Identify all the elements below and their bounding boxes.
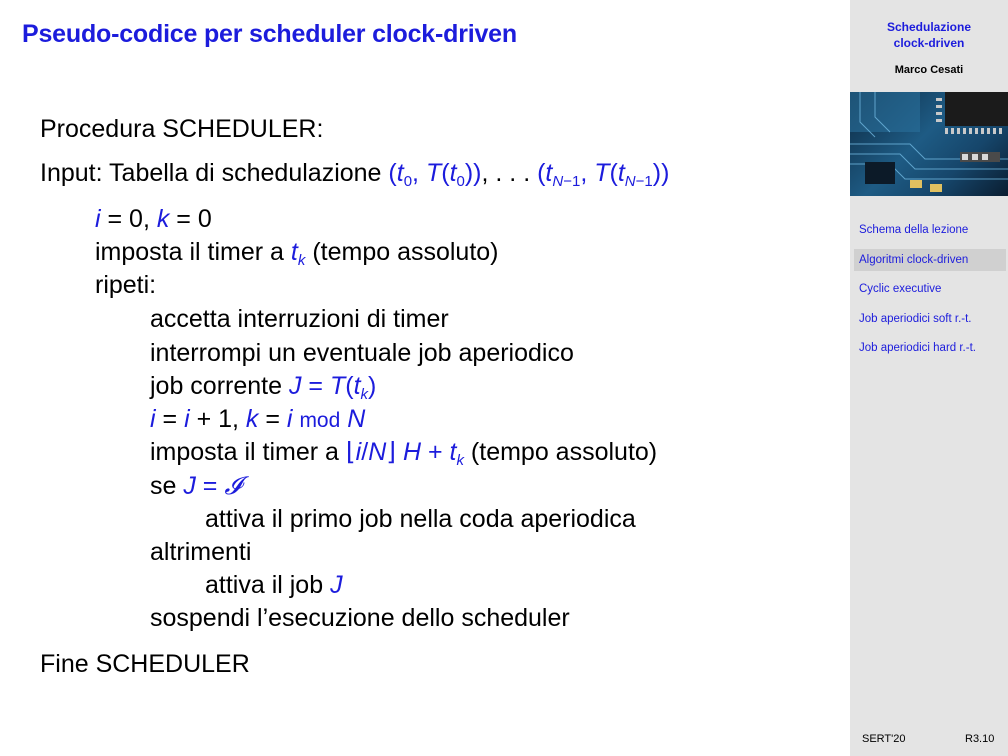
line-if: se J = 𝓘 <box>150 471 242 500</box>
line-else: altrimenti <box>150 538 252 566</box>
end-label: Fine SCHEDULER <box>40 650 250 678</box>
line-suspend: sospendi l’esecuzione dello scheduler <box>150 604 570 632</box>
nav-item-hard[interactable]: Job aperiodici hard r.-t. <box>854 337 1006 359</box>
footer-slide-number: R3.10 <box>965 733 995 745</box>
footer-course: SERT'20 <box>862 733 906 745</box>
circuit-board-icon <box>850 92 1008 192</box>
nav-item-soft[interactable]: Job aperiodici soft r.-t. <box>854 308 1006 330</box>
line-repeat: ripeti: <box>95 271 157 299</box>
sidebar-title-line1[interactable]: Schedulazione <box>850 19 1008 35</box>
nav-item-cyclic[interactable]: Cyclic executive <box>854 278 1006 300</box>
nav-item-algoritmi[interactable]: Algoritmi clock-driven <box>854 249 1006 271</box>
line-interrupt: interrompi un eventuale job aperiodico <box>150 339 574 367</box>
line-activate-first: attiva il primo job nella coda aperiodic… <box>205 505 636 533</box>
sidebar-author: Marco Cesati <box>894 64 964 76</box>
nav-item-schema[interactable]: Schema della lezione <box>854 219 1006 241</box>
input-formula: (t0, T(t0)) <box>388 159 482 190</box>
line-init: i = 0, k = 0 <box>95 205 212 233</box>
line-activate-job: attiva il job J <box>205 571 343 599</box>
line-accept: accetta interruzioni di timer <box>150 305 449 333</box>
input-line: Input: Tabella di schedulazione (t0, T(t… <box>40 159 670 190</box>
procedure-header: Procedura SCHEDULER: <box>40 115 324 143</box>
input-label: Input: Tabella di schedulazione <box>40 159 382 187</box>
slide-main: Pseudo-codice per scheduler clock-driven… <box>0 0 850 756</box>
sidebar: Schedulazione clock-driven Marco Cesati <box>850 0 1008 756</box>
chip-image <box>850 92 1008 196</box>
sidebar-title-line2[interactable]: clock-driven <box>850 35 1008 51</box>
line-increment: i = i + 1, k = i mod N <box>150 405 366 433</box>
slide-title: Pseudo-codice per scheduler clock-driven <box>22 20 517 48</box>
